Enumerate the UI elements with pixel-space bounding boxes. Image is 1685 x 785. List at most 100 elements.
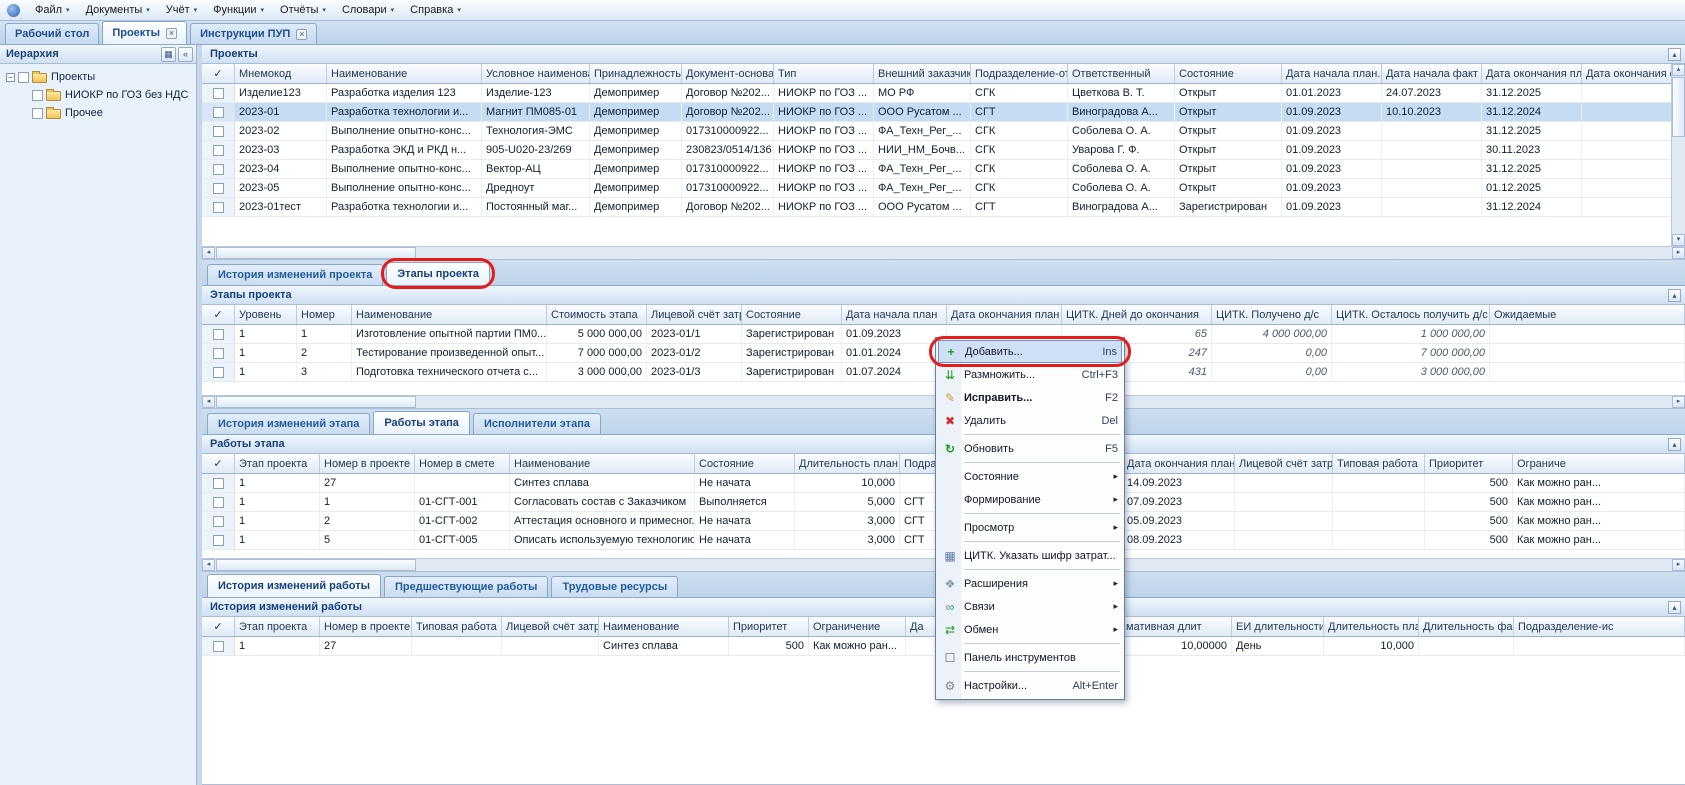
column-header[interactable]: Внешний заказчик — [874, 64, 971, 83]
column-header[interactable]: Подразделение-ис — [1514, 617, 1685, 636]
scroll-left-icon[interactable]: ◂ — [202, 247, 215, 259]
row-checkbox[interactable] — [213, 126, 224, 137]
tree-checkbox[interactable] — [32, 90, 43, 101]
collapse-panel-icon[interactable]: « — [178, 47, 193, 62]
context-menu-item[interactable]: ✎Исправить...F2 — [938, 386, 1122, 409]
menubar-item[interactable]: Словари▾ — [334, 2, 402, 18]
row-checkbox[interactable] — [213, 164, 224, 175]
column-header[interactable]: Подразделение-от — [971, 64, 1068, 83]
context-menu-item[interactable]: ✖УдалитьDel — [938, 409, 1122, 432]
scroll-thumb[interactable] — [216, 559, 416, 571]
column-header[interactable]: Наименование — [352, 305, 547, 324]
tree-checkbox[interactable] — [18, 72, 29, 83]
scroll-right-icon[interactable]: ▸ — [1672, 396, 1685, 408]
context-menu-item[interactable]: ▦ЦИТК. Указать шифр затрат... — [938, 544, 1122, 567]
row-checkbox[interactable] — [213, 183, 224, 194]
tab-preceding-works[interactable]: Предшествующие работы — [384, 576, 548, 597]
column-header[interactable]: Наименование — [599, 617, 729, 636]
tab-project-stages[interactable]: Этапы проекта — [386, 262, 490, 285]
column-header[interactable]: ✓ — [202, 64, 235, 83]
tab-labor-resources[interactable]: Трудовые ресурсы — [551, 576, 678, 597]
menubar-item[interactable]: Функции▾ — [205, 2, 272, 18]
tree-item[interactable]: НИОКР по ГОЗ без НДС — [0, 86, 196, 104]
tree-checkbox[interactable] — [32, 108, 43, 119]
row-checkbox[interactable] — [213, 329, 224, 340]
column-header[interactable]: Документ-основан — [682, 64, 774, 83]
column-header[interactable]: Дата окончания план — [947, 305, 1062, 324]
column-header[interactable]: Принадлежность — [590, 64, 682, 83]
column-header[interactable]: ✓ — [202, 454, 235, 473]
scroll-track[interactable] — [1672, 137, 1685, 234]
column-header[interactable]: Ответственный — [1068, 64, 1175, 83]
menubar-item[interactable]: Документы▾ — [78, 2, 158, 18]
column-header[interactable]: ЦИТК. Получено д/с — [1212, 305, 1332, 324]
row-checkbox[interactable] — [213, 367, 224, 378]
column-header[interactable]: Тип — [774, 64, 874, 83]
scroll-thumb[interactable] — [1672, 77, 1685, 137]
column-header[interactable]: ✓ — [202, 617, 235, 636]
column-header[interactable]: ЕИ длительности — [1232, 617, 1324, 636]
context-menu-item[interactable]: ☐Панель инструментов — [938, 646, 1122, 669]
row-checkbox[interactable] — [213, 88, 224, 99]
column-header[interactable]: Лицевой счёт затр — [1235, 454, 1333, 473]
table-row[interactable]: 2023-05Выполнение опытно-конс...Дредноут… — [202, 179, 1685, 198]
column-header[interactable]: Номер в проекте — [320, 617, 412, 636]
tab-work-history[interactable]: История изменений работы — [207, 574, 381, 597]
scroll-left-icon[interactable]: ◂ — [202, 396, 215, 408]
column-header[interactable]: Ограничение — [809, 617, 906, 636]
column-header[interactable]: Ограниче — [1513, 454, 1685, 473]
scroll-right-icon[interactable]: ▸ — [1672, 247, 1685, 259]
row-checkbox[interactable] — [213, 478, 224, 489]
column-header[interactable]: мативная длит — [1122, 617, 1232, 636]
column-header[interactable]: Типовая работа — [1333, 454, 1425, 473]
column-header[interactable]: Дата окончания ф — [1582, 64, 1685, 83]
column-header[interactable]: Условное наименова — [482, 64, 590, 83]
scroll-track[interactable] — [416, 247, 1672, 259]
menubar-item[interactable]: Файл▾ — [27, 2, 78, 18]
scroll-down-icon[interactable]: ▾ — [1672, 234, 1685, 246]
tab-stage-executors[interactable]: Исполнители этапа — [473, 413, 601, 434]
tab-close-icon[interactable]: × — [296, 29, 307, 40]
column-header[interactable]: Лицевой счёт затр — [502, 617, 599, 636]
column-header[interactable]: Состояние — [1175, 64, 1282, 83]
context-menu-item[interactable]: ↻ОбновитьF5 — [938, 437, 1122, 460]
tree-expander-icon[interactable]: − — [6, 73, 15, 82]
tree-item[interactable]: Прочее — [0, 104, 196, 122]
context-menu-item[interactable]: ⚙Настройки...Alt+Enter — [938, 674, 1122, 697]
context-menu-item[interactable]: ⇊Размножить...Ctrl+F3 — [938, 363, 1122, 386]
scroll-right-icon[interactable]: ▸ — [1672, 559, 1685, 571]
row-checkbox[interactable] — [213, 641, 224, 652]
column-header[interactable]: Ожидаемые — [1490, 305, 1685, 324]
column-header[interactable]: ЦИТК. Дней до окончания — [1062, 305, 1212, 324]
context-menu-item[interactable]: Формирование▸ — [938, 488, 1122, 511]
column-header[interactable]: Номер в смете — [415, 454, 510, 473]
projects-hscrollbar[interactable]: ◂ ▸ — [202, 246, 1685, 259]
tab-stage-works[interactable]: Работы этапа — [373, 411, 470, 434]
column-header[interactable]: Наименование — [327, 64, 482, 83]
column-header[interactable]: Наименование — [510, 454, 695, 473]
column-header[interactable]: Дата начала план. — [1282, 64, 1382, 83]
tab-pup-instructions[interactable]: Инструкции ПУП× — [190, 23, 317, 44]
row-checkbox[interactable] — [213, 516, 224, 527]
menubar-item[interactable]: Учёт▾ — [158, 2, 205, 18]
collapse-section-icon[interactable]: ▴ — [1668, 48, 1681, 61]
tab-project-history[interactable]: История изменений проекта — [207, 264, 383, 285]
tab-desktop[interactable]: Рабочий стол — [5, 23, 99, 44]
column-header[interactable]: Подраз — [900, 454, 938, 473]
column-header[interactable]: Номер в проекте — [320, 454, 415, 473]
tab-close-icon[interactable]: × — [166, 28, 177, 39]
row-checkbox[interactable] — [213, 202, 224, 213]
scroll-left-icon[interactable]: ◂ — [202, 559, 215, 571]
context-menu-item[interactable]: Просмотр▸ — [938, 516, 1122, 539]
row-checkbox[interactable] — [213, 145, 224, 156]
table-row[interactable]: 2023-01Разработка технологии и...Магнит … — [202, 103, 1685, 122]
tab-projects[interactable]: Проекты× — [102, 21, 187, 44]
collapse-section-icon[interactable]: ▴ — [1668, 438, 1681, 451]
projects-vscrollbar[interactable]: ▴ ▾ — [1671, 64, 1685, 246]
table-row[interactable]: 2023-01тестРазработка технологии и...Пос… — [202, 198, 1685, 217]
column-header[interactable]: Длительность фак — [1419, 617, 1514, 636]
column-header[interactable]: Этап проекта — [235, 454, 320, 473]
row-checkbox[interactable] — [213, 535, 224, 546]
context-menu-item[interactable]: Состояние▸ — [938, 465, 1122, 488]
column-header[interactable]: Длительность план▼ — [795, 454, 900, 473]
